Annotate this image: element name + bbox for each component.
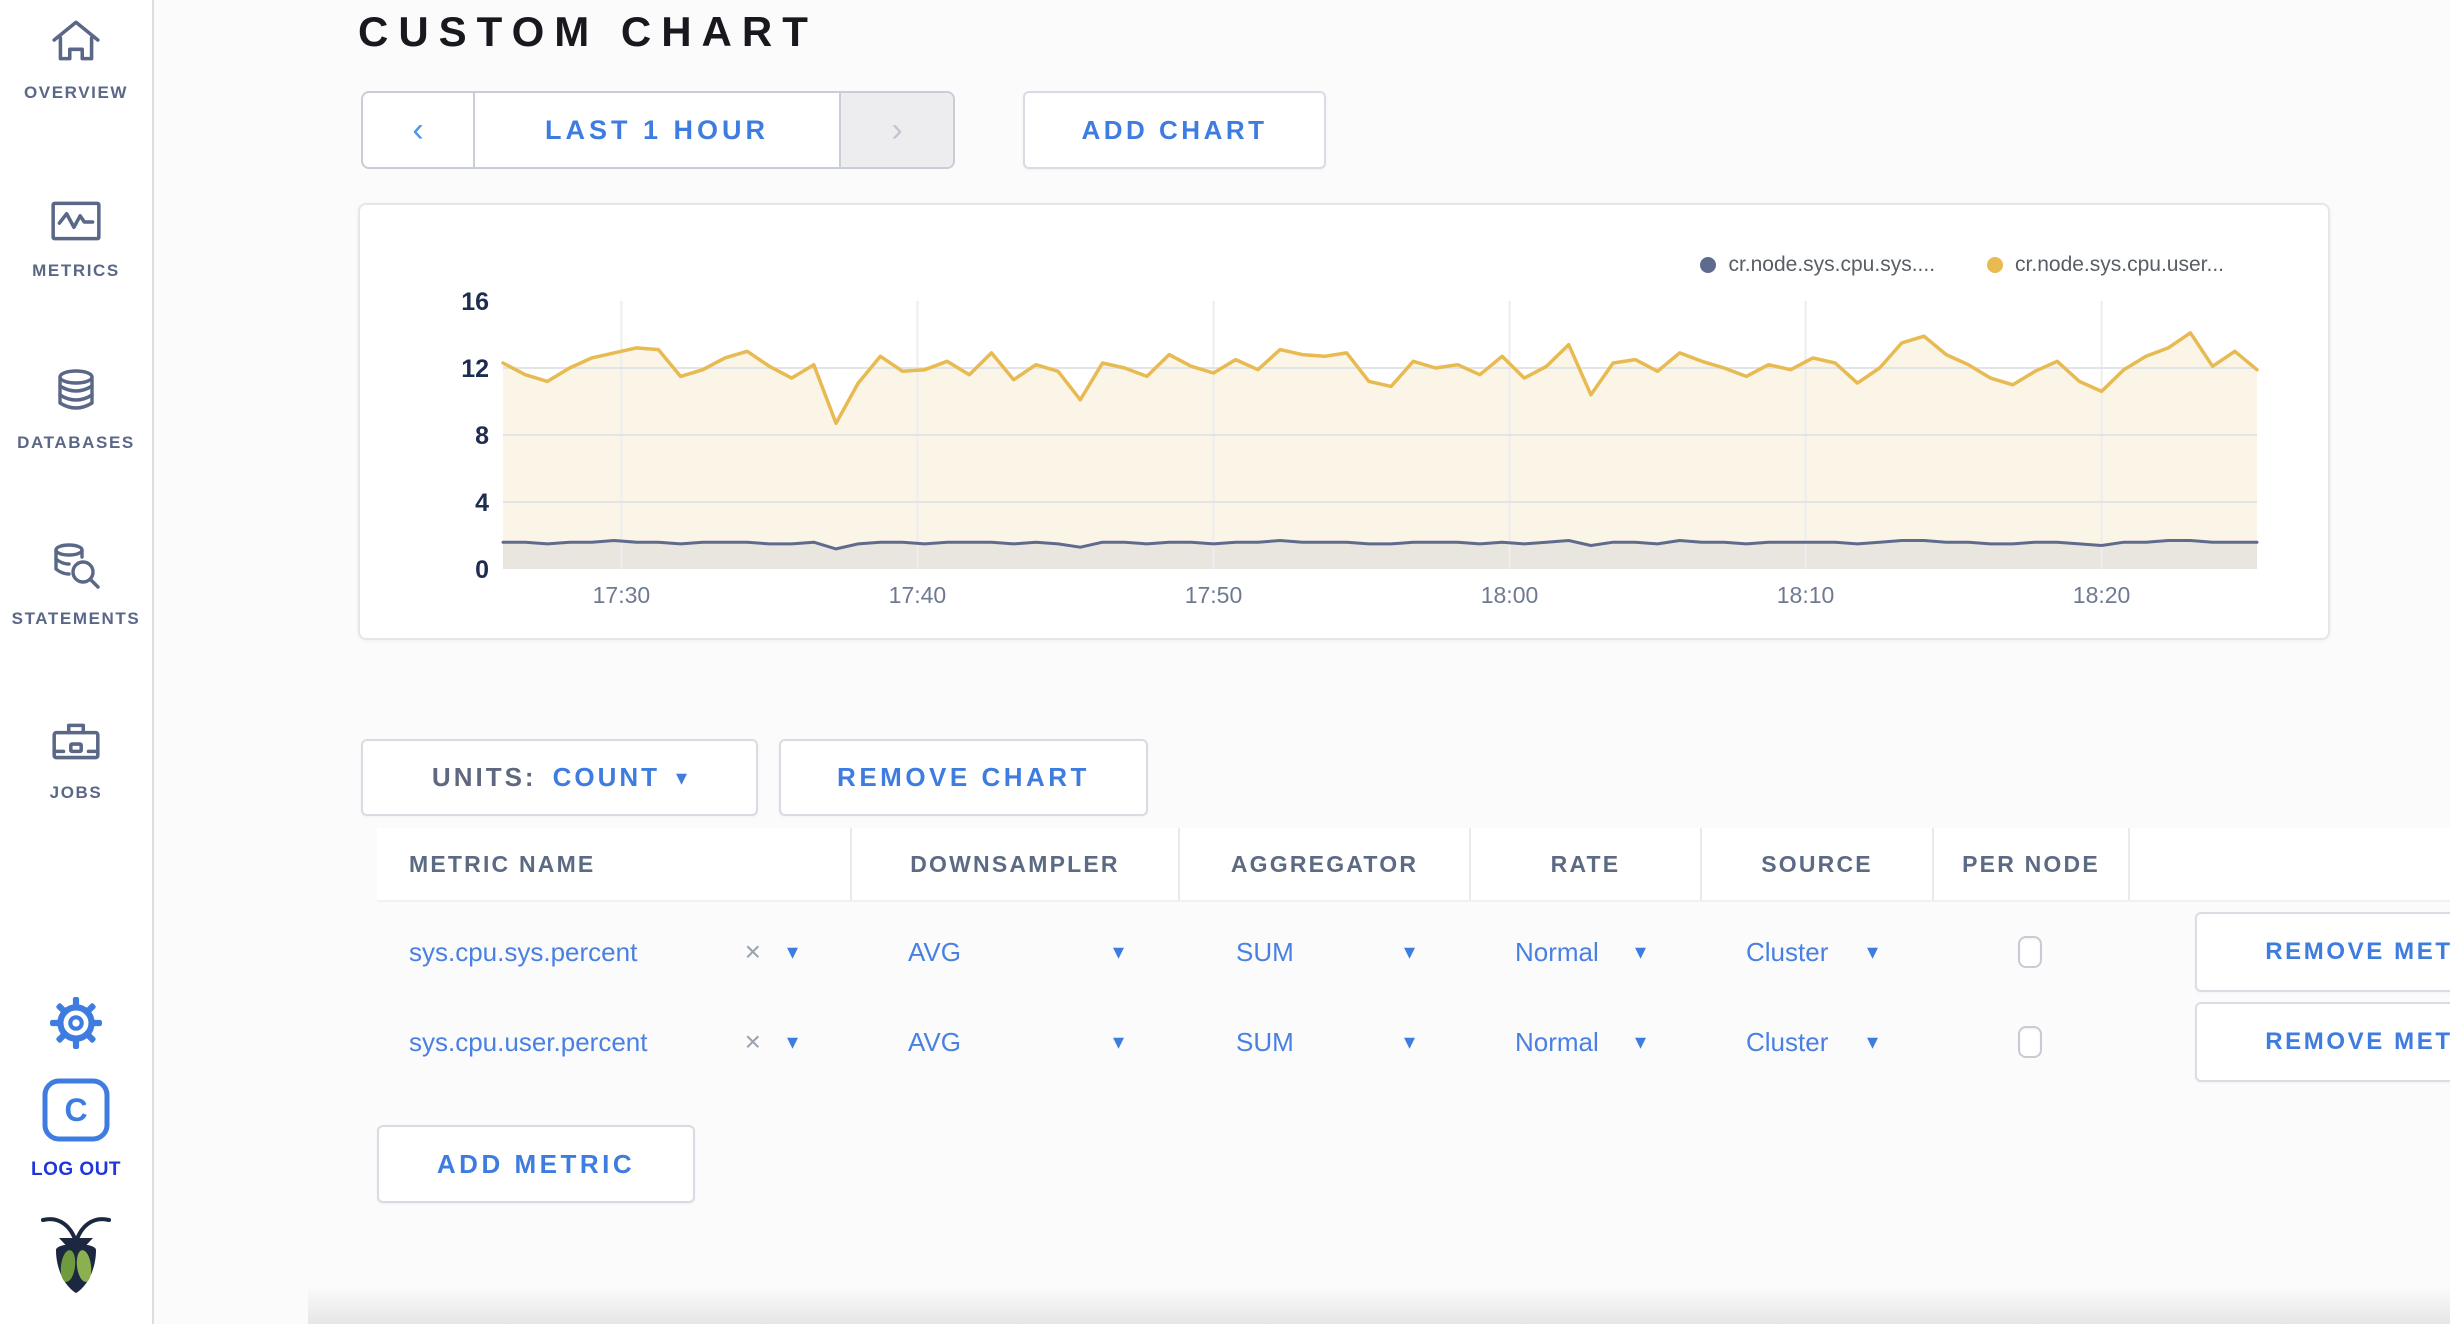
col-header-downsampler: DOWNSAMPLER [850,828,1178,900]
metric-name: sys.cpu.user.percent [409,1026,648,1057]
page-title: CUSTOM CHART [358,8,818,55]
metric-select[interactable]: sys.cpu.user.percent × ▾ [377,1002,850,1082]
per-node-checkbox[interactable] [2018,936,2042,968]
clear-metric-icon[interactable]: × [745,1026,761,1058]
statements-icon [48,540,104,597]
remove-metric-button[interactable]: REMOVE METRIC [2195,912,2450,992]
clear-metric-icon[interactable]: × [745,936,761,968]
svg-text:17:30: 17:30 [593,582,651,608]
cockroach-bug-icon [39,1212,113,1301]
units-label: UNITS: [431,762,537,792]
chevron-down-icon: ▾ [1634,1029,1646,1054]
custom-chart-page: OVERVIEW METRICS DATABASES STATEMENTS JO… [0,0,2450,1324]
chevron-down-icon: ▾ [786,1029,798,1054]
cockroach-c-icon: C [42,1078,110,1147]
sidebar-item-statements[interactable]: STATEMENTS [0,540,152,629]
svg-text:0: 0 [475,556,489,584]
sidebar-item-jobs[interactable]: JOBS [0,718,152,803]
sidebar-item-metrics[interactable]: METRICS [0,198,152,281]
time-range-dropdown[interactable]: LAST 1 HOUR [473,93,839,167]
svg-text:8: 8 [475,422,489,450]
chevron-down-icon: ▾ [1112,939,1124,964]
svg-text:16: 16 [461,288,489,316]
home-icon [49,16,103,71]
sidebar-item-databases[interactable]: DATABASES [0,366,152,453]
settings-button[interactable] [0,996,152,1055]
metric-name: sys.cpu.sys.percent [409,936,638,967]
metrics-icon [49,198,103,249]
remove-metric-button[interactable]: REMOVE METRIC [2195,1002,2450,1082]
col-header-actions [2128,828,2450,900]
col-header-aggregator: AGGREGATOR [1178,828,1469,900]
table-row: sys.cpu.sys.percent × ▾ AVG ▾ SUM ▾ Norm… [377,912,2450,992]
aggregator-select[interactable]: SUM ▾ [1178,912,1469,992]
scroll-shadow [308,1286,2450,1324]
sidebar-item-label: DATABASES [17,433,135,452]
source-select[interactable]: Cluster ▾ [1700,912,1932,992]
sidebar: OVERVIEW METRICS DATABASES STATEMENTS JO… [0,0,154,1324]
per-node-checkbox[interactable] [2018,1026,2042,1058]
units-value: COUNT [552,762,661,792]
per-node-cell [1932,912,2128,992]
rate-select[interactable]: Normal ▾ [1469,1002,1700,1082]
col-header-source: SOURCE [1700,828,1932,900]
chevron-down-icon: ▾ [1112,1029,1124,1054]
per-node-cell [1932,1002,2128,1082]
add-metric-button[interactable]: ADD METRIC [377,1125,695,1203]
main-content: CUSTOM CHART ‹ LAST 1 HOUR › ADD CHART c… [154,0,2450,1324]
chevron-down-icon: ▾ [1866,1029,1878,1054]
metric-select[interactable]: sys.cpu.sys.percent × ▾ [377,912,850,992]
svg-text:C: C [64,1092,87,1128]
col-header-rate: RATE [1469,828,1700,900]
cockroach-logo [0,1212,152,1301]
chevron-down-icon: ▾ [786,939,798,964]
sidebar-item-label: OVERVIEW [23,83,129,102]
actions-cell: REMOVE METRIC [2128,912,2450,992]
chevron-down-icon: ▾ [1403,1029,1415,1054]
table-row: sys.cpu.user.percent × ▾ AVG ▾ SUM ▾ Nor… [377,1002,2450,1082]
time-next-button-disabled[interactable]: › [839,93,953,167]
chevron-down-icon: ▾ [1866,939,1878,964]
source-select[interactable]: Cluster ▾ [1700,1002,1932,1082]
time-range-label: LAST 1 HOUR [544,114,769,145]
chevron-left-icon: ‹ [412,110,424,149]
chevron-down-icon: ▾ [1634,939,1646,964]
metrics-table: METRIC NAME DOWNSAMPLER AGGREGATOR RATE … [377,828,2450,1082]
col-header-per-node: PER NODE [1932,828,2128,900]
svg-text:12: 12 [461,355,489,383]
svg-text:4: 4 [475,489,489,517]
gear-icon [49,996,103,1055]
logout-label: LOG OUT [30,1159,122,1180]
units-dropdown[interactable]: UNITS: COUNT ▾ [361,739,758,816]
database-icon [50,366,102,421]
time-range-selector: ‹ LAST 1 HOUR › [361,91,955,169]
sidebar-item-overview[interactable]: OVERVIEW [0,16,152,103]
sidebar-item-label: JOBS [49,783,103,802]
downsampler-select[interactable]: AVG ▾ [850,912,1178,992]
col-header-metric-name: METRIC NAME [409,850,596,877]
sidebar-item-label: STATEMENTS [11,609,141,628]
chevron-right-icon: › [891,110,903,149]
chevron-down-icon: ▾ [676,764,688,790]
downsampler-select[interactable]: AVG ▾ [850,1002,1178,1082]
jobs-icon [49,718,103,771]
logout-button[interactable]: C LOG OUT [0,1078,152,1181]
svg-text:18:10: 18:10 [1777,582,1835,608]
time-prev-button[interactable]: ‹ [363,93,473,167]
sidebar-item-label: METRICS [32,261,120,280]
actions-cell: REMOVE METRIC [2128,1002,2450,1082]
aggregator-select[interactable]: SUM ▾ [1178,1002,1469,1082]
add-chart-button[interactable]: ADD CHART [1023,91,1326,169]
rate-select[interactable]: Normal ▾ [1469,912,1700,992]
chart-card: cr.node.sys.cpu.sys.... cr.node.sys.cpu.… [358,203,2330,640]
cpu-usage-chart: 0 4 8 12 16 17:30 17:40 17:50 18:00 18:10 18:20 [461,288,2259,608]
remove-chart-button[interactable]: REMOVE CHART [779,739,1148,816]
svg-text:17:40: 17:40 [889,582,947,608]
svg-text:18:00: 18:00 [1481,582,1539,608]
svg-text:18:20: 18:20 [2073,582,2131,608]
table-header-row: METRIC NAME DOWNSAMPLER AGGREGATOR RATE … [377,828,2450,902]
chevron-down-icon: ▾ [1403,939,1415,964]
svg-text:17:50: 17:50 [1185,582,1243,608]
